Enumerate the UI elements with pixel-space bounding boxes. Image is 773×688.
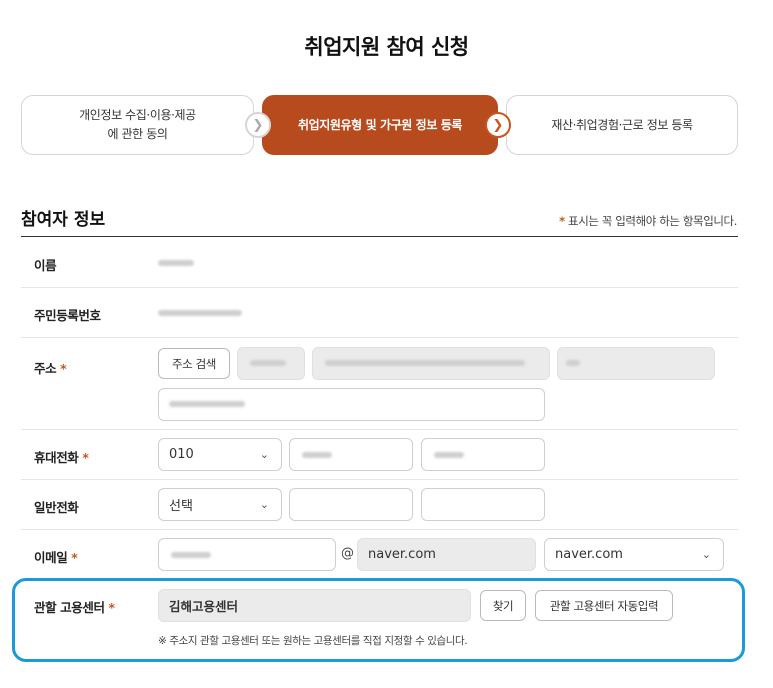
row-rrn: 주민등록번호 [21, 288, 738, 338]
required-note-text: 표시는 꼭 입력해야 하는 항목입니다. [568, 214, 737, 228]
address-detail-field[interactable] [158, 388, 545, 421]
phone-middle-field[interactable] [289, 488, 413, 521]
mobile-label-text: 휴대전화 [34, 450, 79, 465]
email-domain-field[interactable]: naver.com [357, 538, 536, 571]
step-assets-label: 재산·취업경험·근로 정보 등록 [551, 117, 693, 132]
email-label-text: 이메일 [34, 550, 68, 565]
row-email: 이메일 * @ naver.com naver.com ⌄ [21, 530, 738, 580]
step-consent-label-line1: 개인정보 수집·이용·제공 [79, 108, 196, 122]
chevron-right-icon: ❯ [485, 112, 511, 138]
phone-last-field[interactable] [421, 488, 545, 521]
email-domain-select[interactable]: naver.com ⌄ [544, 538, 724, 571]
address-label-text: 주소 [34, 361, 57, 376]
email-at-sign: @ [341, 546, 354, 561]
address-detail-redacted [169, 401, 245, 407]
mobile-middle-redacted [302, 452, 332, 458]
road-address-redacted [325, 360, 525, 366]
step-assets: 재산·취업경험·근로 정보 등록 [506, 95, 738, 155]
mobile-prefix-value: 010 [169, 447, 194, 462]
required-star: * [71, 550, 78, 565]
phone-prefix-select[interactable]: 선택 ⌄ [158, 488, 282, 521]
phone-label: 일반전화 [34, 500, 79, 515]
name-label: 이름 [34, 258, 57, 273]
name-value-redacted [158, 260, 194, 266]
mobile-label: 휴대전화 * [34, 447, 89, 466]
email-domain-select-value: naver.com [555, 547, 623, 562]
step-consent-label-line2: 에 관한 동의 [107, 127, 168, 141]
required-star: * [559, 214, 565, 228]
road-address-field[interactable] [312, 347, 550, 380]
required-note: * 표시는 꼭 입력해야 하는 항목입니다. [559, 213, 737, 229]
rrn-value-redacted [158, 310, 242, 316]
required-star: * [82, 450, 89, 465]
mobile-middle-field[interactable] [289, 438, 413, 471]
email-id-redacted [171, 552, 211, 558]
lot-address-redacted [566, 360, 580, 366]
postal-code-redacted [250, 360, 286, 366]
row-address: 주소 * 주소 검색 [21, 338, 738, 430]
address-search-button[interactable]: 주소 검색 [158, 348, 230, 379]
chevron-down-icon: ⌄ [259, 448, 269, 461]
section-title: 참여자 정보 [21, 210, 106, 230]
step-support-type-label: 취업지원유형 및 가구원 정보 등록 [297, 117, 463, 132]
step-support-type: 취업지원유형 및 가구원 정보 등록 [262, 95, 498, 155]
center-highlight-box [12, 578, 745, 662]
email-id-field[interactable] [158, 538, 336, 571]
row-name: 이름 [21, 237, 738, 288]
chevron-right-icon: ❯ [245, 112, 271, 138]
chevron-down-icon: ⌄ [701, 548, 711, 561]
mobile-last-redacted [434, 452, 464, 458]
phone-prefix-value: 선택 [169, 499, 193, 514]
mobile-last-field[interactable] [421, 438, 545, 471]
chevron-down-icon: ⌄ [259, 498, 269, 511]
email-label: 이메일 * [34, 547, 78, 566]
step-consent: 개인정보 수집·이용·제공 에 관한 동의 [21, 95, 254, 155]
page-title: 취업지원 참여 신청 [304, 35, 469, 59]
row-phone: 일반전화 선택 ⌄ [21, 480, 738, 530]
mobile-prefix-select[interactable]: 010 ⌄ [158, 438, 282, 471]
rrn-label: 주민등록번호 [34, 308, 101, 323]
required-star: * [60, 361, 67, 376]
lot-address-field[interactable] [557, 347, 715, 380]
address-label: 주소 * [34, 358, 67, 377]
row-mobile: 휴대전화 * 010 ⌄ [21, 430, 738, 480]
step-progress: 개인정보 수집·이용·제공 에 관한 동의 ❯ 취업지원유형 및 가구원 정보 … [21, 95, 738, 155]
email-domain-value: naver.com [368, 547, 436, 562]
postal-code-field[interactable] [237, 347, 305, 380]
